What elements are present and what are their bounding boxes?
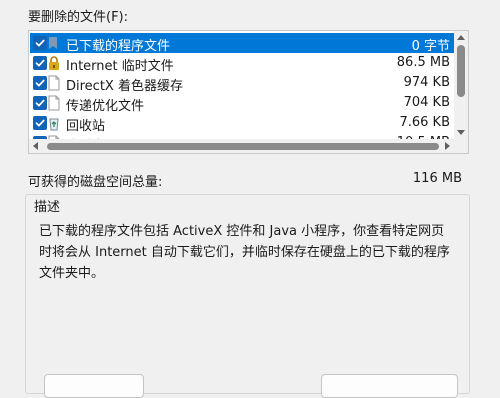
folder-icon — [47, 35, 61, 51]
file-list-item[interactable]: 已下载的程序文件 0 字节 — [30, 33, 454, 54]
horizontal-scroll-thumb[interactable] — [47, 143, 439, 150]
checkbox[interactable] — [33, 36, 47, 50]
file-name: DirectX 着色器缓存 — [66, 79, 183, 94]
clean-system-files-button[interactable] — [321, 374, 458, 398]
recycle-bin-icon — [47, 115, 61, 131]
file-size: 974 KB — [403, 75, 450, 90]
file-size: 86.5 MB — [396, 55, 450, 70]
description-text: 已下载的程序文件包括 ActiveX 控件和 Java 小程序，你查看特定网页时… — [39, 224, 450, 281]
total-space-label: 可获得的磁盘空间总量: — [28, 175, 163, 190]
file-name: 传递优化文件 — [66, 99, 145, 114]
scroll-left-arrow-icon[interactable] — [33, 142, 38, 150]
file-size: 7.66 KB — [399, 115, 450, 130]
checkbox[interactable] — [33, 76, 47, 90]
horizontal-scrollbar[interactable] — [29, 139, 454, 153]
file-name: 回收站 — [66, 119, 106, 134]
file-name: 已下载的程序文件 — [66, 39, 171, 54]
file-list-item[interactable]: Internet 临时文件 86.5 MB — [30, 53, 454, 74]
view-files-button[interactable] — [44, 374, 144, 398]
files-to-delete-label: 要删除的文件(F): — [28, 10, 129, 25]
checkbox[interactable] — [33, 56, 47, 70]
total-space-value: 116 MB — [412, 171, 462, 186]
scrollbar-corner — [454, 139, 468, 153]
checkbox[interactable] — [33, 96, 47, 110]
scroll-up-arrow-icon[interactable] — [457, 35, 465, 40]
file-size: 0 字节 — [411, 39, 450, 54]
file-icon — [47, 95, 61, 111]
file-list[interactable]: 已下载的程序文件 0 字节 Internet 临时文件 86.5 MB DirectX … — [28, 30, 469, 154]
file-list-item[interactable]: DirectX 着色器缓存 974 KB — [30, 73, 454, 94]
file-icon — [47, 75, 61, 91]
scroll-right-arrow-icon[interactable] — [445, 142, 450, 150]
file-name: Internet 临时文件 — [66, 59, 174, 74]
lock-icon — [47, 55, 61, 71]
vertical-scroll-thumb[interactable] — [457, 45, 465, 97]
scroll-down-arrow-icon[interactable] — [457, 130, 465, 135]
checkbox[interactable] — [33, 116, 47, 130]
description-title: 描述 — [32, 196, 63, 215]
vertical-scrollbar[interactable] — [454, 31, 468, 139]
file-list-item[interactable]: 回收站 7.66 KB — [30, 113, 454, 134]
file-size: 704 KB — [403, 95, 450, 110]
file-list-item[interactable]: 传递优化文件 704 KB — [30, 93, 454, 114]
